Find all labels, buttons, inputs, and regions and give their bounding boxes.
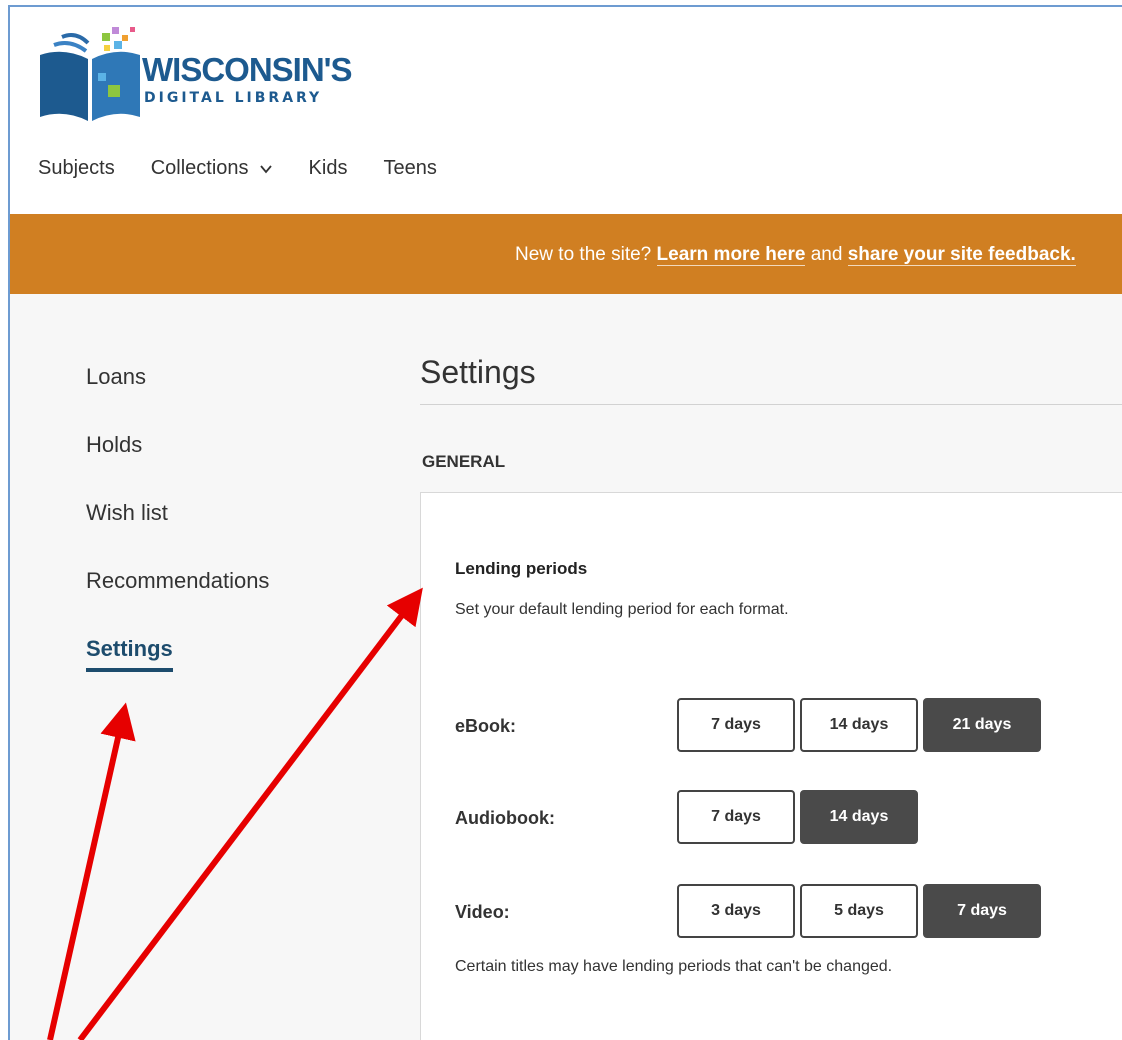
lending-periods-card: Lending periods Set your default lending… xyxy=(420,492,1122,1040)
nav-kids-label: Kids xyxy=(308,157,348,179)
chevron-down-icon xyxy=(259,164,272,173)
sidebar-item-wish-list[interactable]: Wish list xyxy=(86,500,269,568)
logo-title: WISCONSIN'S xyxy=(142,51,353,88)
nav-teens[interactable]: Teens xyxy=(383,157,436,180)
logo-subtitle: DIGITAL LIBRARY xyxy=(144,90,323,106)
account-content: Loans Holds Wish list Recommendations Se… xyxy=(10,294,1122,1040)
sidebar-item-label: Settings xyxy=(86,636,173,672)
audiobook-14-days-button[interactable]: 14 days xyxy=(800,790,918,844)
site-feedback-link[interactable]: share your site feedback. xyxy=(847,244,1076,266)
audiobook-7-days-button[interactable]: 7 days xyxy=(677,790,795,844)
nav-kids[interactable]: Kids xyxy=(309,157,348,180)
banner-prefix: New to the site? xyxy=(515,244,657,265)
book-logo-icon xyxy=(40,27,140,121)
account-sidebar: Loans Holds Wish list Recommendations Se… xyxy=(86,364,269,704)
sidebar-item-holds[interactable]: Holds xyxy=(86,432,269,500)
main-nav: Subjects Collections Kids Teens xyxy=(38,157,473,180)
banner-middle: and xyxy=(805,244,848,265)
sidebar-item-label: Holds xyxy=(86,432,143,457)
page-title: Settings xyxy=(420,354,536,390)
audiobook-label: Audiobook: xyxy=(455,808,555,828)
site-header: WISCONSIN'S DIGITAL LIBRARY Subjects Col… xyxy=(10,7,1122,214)
info-banner: New to the site? Learn more here and sha… xyxy=(10,214,1122,294)
video-5-days-button[interactable]: 5 days xyxy=(800,884,918,938)
lending-periods-title: Lending periods xyxy=(455,559,588,578)
ebook-7-days-button[interactable]: 7 days xyxy=(677,698,795,752)
nav-collections[interactable]: Collections xyxy=(151,157,273,180)
lending-note: Certain titles may have lending periods … xyxy=(455,958,893,975)
banner-text: New to the site? Learn more here and sha… xyxy=(515,244,1076,266)
ebook-14-days-button[interactable]: 14 days xyxy=(800,698,918,752)
sidebar-item-recommendations[interactable]: Recommendations xyxy=(86,568,269,636)
ebook-21-days-button[interactable]: 21 days xyxy=(923,698,1041,752)
nav-collections-label: Collections xyxy=(150,157,249,179)
ebook-label: eBook: xyxy=(455,716,517,736)
ebook-options: 7 days 14 days 21 days xyxy=(677,698,1046,752)
title-divider xyxy=(420,404,1122,405)
video-7-days-button[interactable]: 7 days xyxy=(923,884,1041,938)
site-logo[interactable]: WISCONSIN'S DIGITAL LIBRARY xyxy=(36,25,353,125)
sidebar-item-label: Loans xyxy=(86,364,146,389)
sidebar-item-settings[interactable]: Settings xyxy=(86,636,269,704)
sidebar-item-loans[interactable]: Loans xyxy=(86,364,269,432)
video-options: 3 days 5 days 7 days xyxy=(677,884,1046,938)
nav-teens-label: Teens xyxy=(383,157,437,179)
page-frame: WISCONSIN'S DIGITAL LIBRARY Subjects Col… xyxy=(8,5,1122,1040)
sidebar-item-label: Recommendations xyxy=(86,568,270,593)
lending-periods-description: Set your default lending period for each… xyxy=(455,601,789,618)
nav-subjects-label: Subjects xyxy=(38,157,115,179)
audiobook-options: 7 days 14 days xyxy=(677,790,923,844)
learn-more-link[interactable]: Learn more here xyxy=(656,244,806,266)
section-heading-general: GENERAL xyxy=(422,452,506,471)
sidebar-item-label: Wish list xyxy=(86,500,168,525)
nav-subjects[interactable]: Subjects xyxy=(38,157,115,180)
video-label: Video: xyxy=(455,902,510,922)
video-3-days-button[interactable]: 3 days xyxy=(677,884,795,938)
